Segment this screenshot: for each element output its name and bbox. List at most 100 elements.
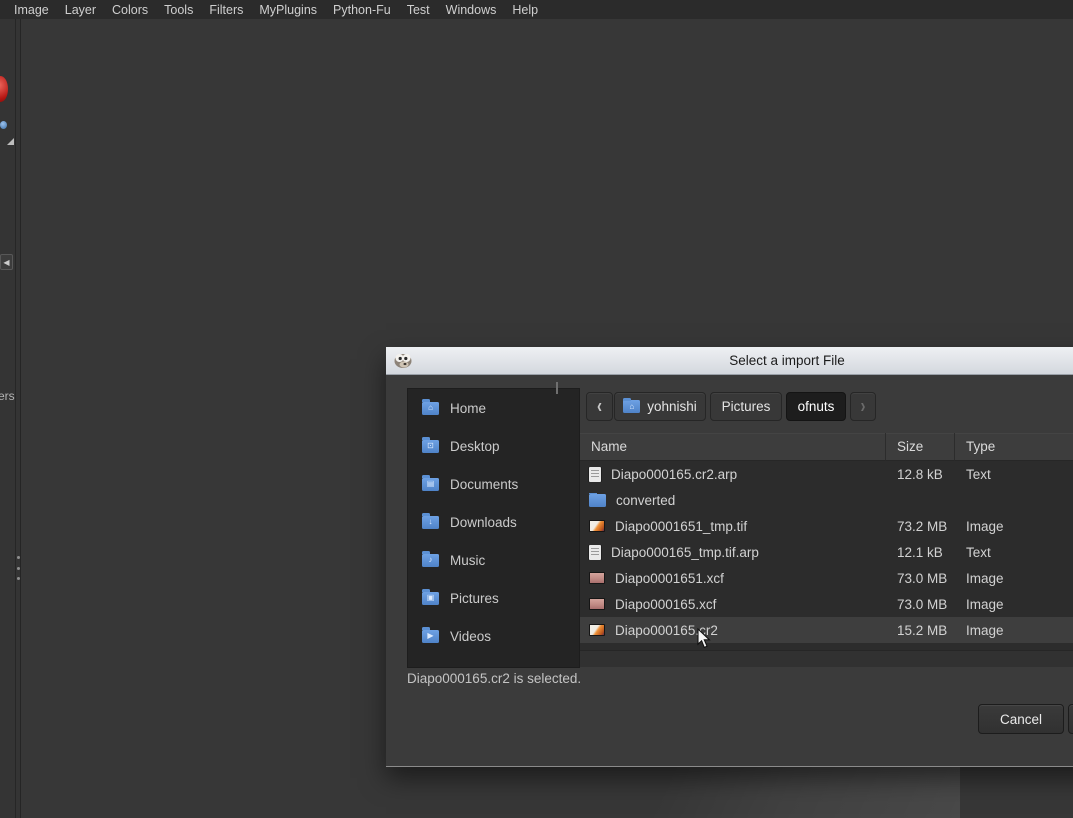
file-import-dialog: Select a import File ⌂ Home ⊡ Desktop ▤ Docum… <box>386 347 1073 766</box>
file-type-cell: Image <box>955 519 1073 534</box>
music-folder-icon: ♪ <box>422 554 439 567</box>
menu-filters[interactable]: Filters <box>201 2 251 18</box>
canvas-background <box>540 760 960 818</box>
table-row[interactable]: Diapo000165.cr215.2 MBImage <box>580 617 1073 643</box>
table-row[interactable]: Diapo000165.xcf73.0 MBImage <box>580 591 1073 617</box>
open-button-clipped[interactable] <box>1068 704 1073 734</box>
file-name: Diapo000165_tmp.tif.arp <box>611 545 759 560</box>
status-text: Diapo000165.cr2 is selected. <box>407 671 581 686</box>
menu-test[interactable]: Test <box>399 2 438 18</box>
home-folder-icon: ⌂ <box>623 400 640 413</box>
forward-chevron-icon: › <box>861 395 866 418</box>
sidebar-item-label: Pictures <box>450 591 499 606</box>
sidebar-item-music[interactable]: ♪Music <box>408 541 579 579</box>
file-name-cell: converted <box>580 493 886 508</box>
tool-triangle-icon <box>7 138 14 145</box>
sidebar-item-desktop[interactable]: ⊡ Desktop <box>408 427 579 465</box>
folder-icon <box>589 494 606 507</box>
file-name: Diapo000165.cr2.arp <box>611 467 737 482</box>
text-file-icon <box>589 545 601 560</box>
downloads-folder-icon-glyph: ↓ <box>422 516 439 529</box>
desktop-folder-icon: ⊡ <box>422 440 439 453</box>
column-header-type[interactable]: Type <box>955 433 1073 461</box>
dock-drag-handle-icon[interactable] <box>16 556 20 580</box>
sidebar-item-downloads[interactable]: ↓ Downloads <box>408 503 579 541</box>
toolbox-edge: ◀ ers <box>0 19 21 818</box>
sidebar-item-videos[interactable]: ▶Videos <box>408 617 579 655</box>
file-size-cell: 12.8 kB <box>886 467 955 482</box>
menu-bar: ImageLayerColorsToolsFiltersMyPluginsPyt… <box>0 0 1073 19</box>
breadcrumb-label: Pictures <box>722 399 771 414</box>
sidebar-item-label: Home <box>450 401 486 416</box>
file-size-cell: 73.2 MB <box>886 519 955 534</box>
file-size-cell: 73.0 MB <box>886 571 955 586</box>
file-size-cell: 12.1 kB <box>886 545 955 560</box>
documents-folder-icon: ▤ <box>422 478 439 491</box>
column-header-size[interactable]: Size <box>886 433 955 461</box>
image-file-icon-pink <box>589 598 605 610</box>
menu-python-fu[interactable]: Python-Fu <box>325 2 399 18</box>
dock-collapse-button[interactable]: ◀ <box>0 254 13 270</box>
menu-tools[interactable]: Tools <box>156 2 201 18</box>
menu-windows[interactable]: Windows <box>438 2 505 18</box>
breadcrumb-back-button[interactable]: ‹ <box>586 392 613 421</box>
breadcrumb-label: yohnishi <box>647 399 697 414</box>
table-row[interactable]: Diapo0001651_tmp.tif73.2 MBImage <box>580 513 1073 539</box>
home-folder-icon-glyph: ⌂ <box>623 400 640 413</box>
file-type-cell: Image <box>955 597 1073 612</box>
desktop-folder-icon-glyph: ⊡ <box>422 440 439 453</box>
mouse-cursor <box>697 628 711 649</box>
menu-image[interactable]: Image <box>6 2 57 18</box>
file-table-hscrollbar[interactable] <box>580 650 1073 667</box>
breadcrumb-label: ofnuts <box>798 399 835 414</box>
file-type-cell: Image <box>955 571 1073 586</box>
menu-help[interactable]: Help <box>504 2 546 18</box>
file-name: converted <box>616 493 675 508</box>
videos-folder-icon: ▶ <box>422 630 439 643</box>
file-type-cell: Text <box>955 467 1073 482</box>
dock-tab-label: ers <box>0 389 15 403</box>
cancel-button[interactable]: Cancel <box>978 704 1064 734</box>
file-name-cell: Diapo000165.cr2 <box>580 623 886 638</box>
back-chevron-icon: ‹ <box>597 395 602 418</box>
image-file-icon-orange <box>589 624 605 636</box>
documents-folder-icon-glyph: ▤ <box>422 478 439 491</box>
places-scrollbar[interactable] <box>556 382 558 394</box>
breadcrumb-ofnuts[interactable]: ofnuts <box>786 392 846 421</box>
breadcrumb-forward-button: › <box>850 392 876 421</box>
file-name-cell: Diapo000165.xcf <box>580 597 886 612</box>
sidebar-item-home[interactable]: ⌂ Home <box>408 389 579 427</box>
sidebar-item-label: Downloads <box>450 515 517 530</box>
home-folder-icon-glyph: ⌂ <box>422 402 439 415</box>
breadcrumb-pictures[interactable]: Pictures <box>710 392 782 421</box>
image-file-icon-pink <box>589 572 605 584</box>
sidebar-item-documents[interactable]: ▤ Documents <box>408 465 579 503</box>
sidebar-item-label: Desktop <box>450 439 500 454</box>
places-sidebar: ⌂Home⊡Desktop▤Documents↓Downloads♪Music▣… <box>407 388 580 668</box>
file-name: Diapo000165.xcf <box>615 597 716 612</box>
tool-red-icon[interactable] <box>0 76 8 102</box>
tool-blue-icon[interactable] <box>0 121 7 129</box>
table-row[interactable]: Diapo000165_tmp.tif.arp12.1 kBText <box>580 539 1073 565</box>
image-file-icon-orange <box>589 520 605 532</box>
toolbox-divider <box>15 19 16 818</box>
pictures-folder-icon: ▣ <box>422 592 439 605</box>
sidebar-item-pictures[interactable]: ▣ Pictures <box>408 579 579 617</box>
breadcrumb-yohnishi[interactable]: ⌂ yohnishi <box>614 392 706 421</box>
table-row[interactable]: Diapo0001651.xcf 73.0 MBImage <box>580 565 1073 591</box>
column-header-name[interactable]: Name <box>580 433 886 461</box>
pictures-folder-icon-glyph: ▣ <box>422 592 439 605</box>
menu-layer[interactable]: Layer <box>57 2 104 18</box>
file-table-header: NameSizeType <box>580 433 1073 461</box>
dialog-titlebar[interactable]: Select a import File <box>386 347 1073 375</box>
table-row[interactable]: Diapo000165.cr2.arp 12.8 kBText <box>580 461 1073 487</box>
music-folder-icon-glyph: ♪ <box>422 554 439 567</box>
file-type-cell: Image <box>955 623 1073 638</box>
menu-myplugins[interactable]: MyPlugins <box>251 2 325 18</box>
sidebar-item-label: Documents <box>450 477 518 492</box>
file-name: Diapo0001651.xcf <box>615 571 724 586</box>
table-row[interactable]: converted <box>580 487 1073 513</box>
file-name-cell: Diapo0001651.xcf <box>580 571 886 586</box>
file-table: Diapo000165.cr2.arp 12.8 kBText converted D… <box>580 461 1073 650</box>
menu-colors[interactable]: Colors <box>104 2 156 18</box>
